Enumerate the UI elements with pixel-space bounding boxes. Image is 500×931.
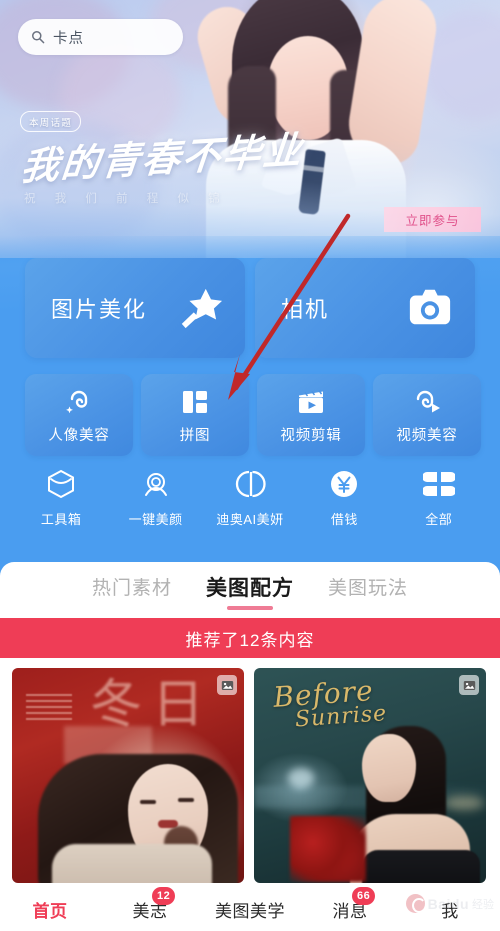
model-dress [362, 850, 480, 883]
multi-image-badge [459, 675, 479, 695]
quick-icon-all[interactable]: 全部 [395, 468, 483, 528]
app-root: 本周话题 我的青春不毕业 祝 我 们 前 程 似 锦 立即参与 卡点 图片美化 … [0, 0, 500, 931]
recommend-banner[interactable]: 推荐了12条内容 [0, 618, 500, 658]
quick-icon-row: 工具箱 一键美颜 迪奥AI美妍 借钱 全部 [0, 468, 500, 528]
feature-panel: 图片美化 相机 人像美容 拼图 视频剪辑 视频美容 工具箱 一键美颜 迪奥AI美… [0, 236, 500, 566]
model-clothing [52, 844, 212, 883]
bokeh-light [444, 796, 484, 810]
video-beauty-icon [416, 390, 440, 412]
big-feature-row: 图片美化 相机 [25, 258, 475, 358]
feed-card-list: 冬日 Before Sunrise [0, 658, 500, 883]
search-input-value[interactable]: 卡点 [53, 27, 84, 48]
grid-all-icon [422, 472, 455, 496]
feature-card-portrait-beauty[interactable]: 人像美容 [25, 374, 133, 456]
quick-icon-borrow-money[interactable]: 借钱 [300, 468, 388, 528]
feature-card-image-beautify[interactable]: 图片美化 [25, 258, 245, 358]
search-icon [32, 31, 45, 44]
camera-icon [409, 289, 451, 325]
nav-label: 首页 [32, 901, 68, 921]
nav-item-messages[interactable]: 66 消息 [300, 886, 400, 922]
yuan-coin-icon [331, 471, 358, 497]
multi-image-badge [217, 675, 237, 695]
toolbox-hexagon-icon [48, 469, 75, 499]
dior-cd-logo-icon [235, 470, 266, 498]
quick-icon-dior-ai[interactable]: 迪奥AI美妍 [206, 468, 294, 528]
multi-image-icon [463, 680, 475, 690]
model-eye [140, 800, 156, 804]
clapperboard-play-icon [299, 389, 323, 413]
feature-card-collage[interactable]: 拼图 [141, 374, 249, 456]
tab-hot-materials[interactable]: 热门素材 [92, 573, 172, 607]
portrait-beauty-icon [66, 390, 88, 413]
nav-item-home[interactable]: 首页 [0, 897, 100, 922]
tab-meitu-recipe[interactable]: 美图配方 [206, 572, 294, 609]
quick-icon-label: 工具箱 [40, 512, 82, 527]
quick-icon-toolbox[interactable]: 工具箱 [17, 468, 105, 528]
model-face [362, 734, 416, 802]
feature-label: 相机 [281, 297, 330, 322]
feature-label: 视频美容 [396, 427, 458, 444]
quick-icon-label: 全部 [425, 512, 453, 527]
collage-grid-icon [183, 390, 207, 413]
nav-badge: 66 [352, 886, 376, 905]
search-bar[interactable]: 卡点 [18, 19, 183, 55]
poster-title: Before Sunrise [272, 674, 416, 732]
nav-label: 美图美学 [215, 901, 285, 921]
quick-icon-label: 迪奥AI美妍 [216, 512, 284, 527]
feature-card-video-edit[interactable]: 视频剪辑 [257, 374, 365, 456]
quick-icon-label: 一键美颜 [128, 512, 183, 527]
content-sheet: 热门素材 美图配方 美图玩法 推荐了12条内容 冬日 Before Sunris… [0, 562, 500, 931]
multi-image-icon [221, 680, 233, 690]
quick-icon-label: 借钱 [330, 512, 358, 527]
nav-item-profile[interactable]: 我 [400, 897, 500, 922]
feature-label: 图片美化 [51, 297, 148, 322]
topic-tag: 本周话题 [20, 111, 82, 132]
nav-label: 我 [441, 901, 459, 921]
model-eye [178, 798, 194, 802]
feature-label: 人像美容 [48, 427, 110, 444]
small-feature-row: 人像美容 拼图 视频剪辑 视频美容 [25, 374, 481, 456]
feature-card-camera[interactable]: 相机 [255, 258, 475, 358]
face-beauty-icon [144, 473, 167, 496]
feature-label: 视频剪辑 [280, 427, 342, 444]
magic-wand-star-icon [181, 288, 223, 329]
content-tabs: 热门素材 美图配方 美图玩法 [0, 562, 500, 618]
bottom-navigation: 首页 12 美志 美图美学 66 消息 我 [0, 886, 500, 931]
topic-subtitle: 祝 我 们 前 程 似 锦 [24, 193, 228, 205]
poster-text-block [26, 694, 72, 722]
tab-meitu-playstyle[interactable]: 美图玩法 [328, 573, 408, 607]
nav-badge: 12 [152, 886, 176, 905]
nav-item-meizhi[interactable]: 12 美志 [100, 886, 200, 922]
red-flowers [290, 816, 366, 882]
bokeh-light [288, 768, 314, 788]
feature-label: 拼图 [179, 427, 211, 444]
join-now-button[interactable]: 立即参与 [384, 207, 481, 232]
nav-item-aesthetics[interactable]: 美图美学 [200, 897, 300, 922]
feed-card[interactable]: 冬日 [12, 668, 244, 883]
feed-card[interactable]: Before Sunrise [254, 668, 486, 883]
quick-icon-one-tap-beauty[interactable]: 一键美颜 [112, 468, 200, 528]
feature-card-video-beauty[interactable]: 视频美容 [373, 374, 481, 456]
